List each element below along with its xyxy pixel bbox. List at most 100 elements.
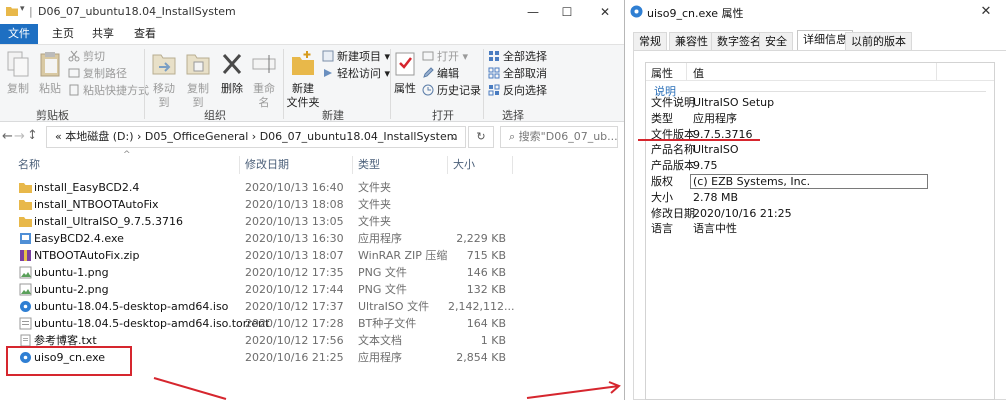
property-row[interactable]: 大小 2.78 MB [646,190,994,206]
new-folder-button[interactable]: 新建 文件夹 [286,49,320,110]
dialog-title: uiso9_cn.exe 属性 [647,7,744,20]
maximize-button[interactable]: ☐ [552,2,582,22]
file-row[interactable]: EasyBCD2.4.exe 2020/10/13 16:30 应用程序 2,229 … [14,230,524,247]
file-row[interactable]: install_EasyBCD2.4 2020/10/13 16:40 文件夹 [14,179,524,196]
details-list-header: 属性 值 [646,63,994,81]
invert-selection-button[interactable]: 反向选择 [488,83,547,99]
property-row[interactable]: 版权 (c) EZB Systems, Inc. [646,174,994,190]
copy-to-button[interactable]: 复制到 [182,49,214,110]
column-header-size[interactable]: 大小 [453,156,475,174]
property-column-header[interactable]: 属性 [651,65,673,81]
property-key: 大小 [651,190,673,204]
open-button[interactable]: 打开 ▾ [422,49,468,65]
select-group-label: 选择 [502,109,524,122]
dialog-tabs: 常规 兼容性 数字签名 安全 详细信息 以前的版本 [633,30,1006,50]
history-label: 历史记录 [437,84,481,97]
file-row[interactable]: ubuntu-18.04.5-desktop-amd64.iso.torrent… [14,315,524,332]
tab-previous-versions[interactable]: 以前的版本 [845,32,912,50]
property-row[interactable]: 文件说明 UltraISO Setup [646,95,994,111]
property-row[interactable]: 产品名称 UltraISO [646,142,994,158]
tab-security[interactable]: 安全 [759,32,793,50]
invert-selection-label: 反向选择 [503,84,547,97]
address-path[interactable]: « 本地磁盘 (D:) › D05_OfficeGeneral › D06_07… [46,126,466,148]
properties-check-icon [395,52,415,76]
property-row[interactable]: 语言 语言中性 [646,221,994,237]
rename-button[interactable]: 重命名 [248,49,280,110]
property-row[interactable]: 产品版本 9.75 [646,158,994,174]
folder-icon [19,200,32,210]
forward-button[interactable]: → [14,129,25,144]
tab-general[interactable]: 常规 [633,32,667,50]
file-type: UltraISO 文件 [358,300,430,313]
ribbon-divider [390,49,391,119]
value-column-header[interactable]: 值 [693,65,704,81]
tab-file[interactable]: 文件 [0,24,38,44]
file-explorer-window: ▾ | D06_07_ubuntu18.04_InstallSystem — ☐… [0,0,624,400]
copy-path-button[interactable]: 复制路径 [68,66,127,82]
column-header-type[interactable]: 类型 [358,156,380,174]
file-date: 2020/10/13 18:07 [245,249,344,262]
easy-access-button[interactable]: 轻松访问 ▾ [322,66,390,82]
image-icon [19,283,32,296]
file-row[interactable]: ubuntu-18.04.5-desktop-amd64.iso 2020/10/… [14,298,524,315]
minimize-button[interactable]: — [518,2,548,22]
delete-button[interactable]: 删除 [218,49,246,96]
properties-button[interactable]: 属性 [392,49,418,96]
quick-access-dropdown-icon[interactable]: ▾ [20,4,25,14]
column-header-name[interactable]: 名称 [18,156,40,174]
property-key: 语言 [651,222,673,236]
tab-share[interactable]: 共享 [86,24,120,44]
annotation-arrow [153,377,227,400]
move-to-button[interactable]: 移动到 [148,49,180,110]
property-value: 2.78 MB [693,190,739,204]
scissors-icon [68,50,80,62]
tab-home[interactable]: 主页 [46,24,80,44]
zip-icon [20,250,31,261]
address-dropdown-button[interactable]: ⌄ [450,130,459,143]
file-row[interactable]: install_UltraISO_9.7.5.3716 2020/10/13 13… [14,213,524,230]
close-button[interactable]: ✕ [590,2,620,22]
paste-shortcut-button[interactable]: 粘贴快捷方式 [68,83,149,99]
edit-button[interactable]: 编辑 [422,66,459,82]
clipboard-group-label: 剪贴板 [36,109,69,122]
property-row[interactable]: 类型 应用程序 [646,111,994,127]
file-row[interactable]: install_NTBOOTAutoFix 2020/10/13 18:08 文件夹 [14,196,524,213]
column-header-date[interactable]: 修改日期 [245,156,289,174]
ribbon-divider [483,49,484,119]
file-row[interactable]: NTBOOTAutoFix.zip 2020/10/13 18:07 WinRAR … [14,247,524,264]
select-none-button[interactable]: 全部取消 [488,66,547,82]
select-all-icon [489,51,499,61]
file-row[interactable]: ubuntu-1.png 2020/10/12 17:35 PNG 文件 146 KB [14,264,524,281]
property-row[interactable]: 修改日期 2020/10/16 21:25 [646,206,994,222]
address-bar-row: ← → ⌄ « 本地磁盘 (D:) › D05_OfficeGeneral › … [0,122,624,152]
paste-button[interactable]: 粘贴 [36,49,64,96]
tab-view[interactable]: 查看 [128,24,162,44]
new-item-label: 新建项目 ▾ [337,50,391,63]
back-button[interactable]: ← [2,129,13,144]
column-divider [686,63,687,81]
select-none-icon [488,67,500,79]
column-divider [352,156,353,174]
properties-dialog: uiso9_cn.exe 属性 ✕ 常规 兼容性 数字签名 安全 详细信息 以前… [624,0,1006,400]
new-item-button[interactable]: 新建项目 ▾ [322,49,390,65]
file-date: 2020/10/12 17:56 [245,334,344,347]
sort-chevron-icon: ^ [123,150,131,160]
torrent-icon [19,317,32,330]
refresh-button[interactable]: ↻ [468,126,494,148]
dialog-close-button[interactable]: ✕ [972,2,1000,22]
file-name: ubuntu-18.04.5-desktop-amd64.iso.torrent [34,317,270,330]
tab-compatibility[interactable]: 兼容性 [669,32,714,50]
file-size: 164 KB [466,317,506,330]
file-name: install_UltraISO_9.7.5.3716 [34,215,183,228]
select-all-button[interactable]: 全部选择 [488,49,547,65]
file-row[interactable]: ubuntu-2.png 2020/10/12 17:44 PNG 文件 132 KB [14,281,524,298]
up-button[interactable]: ↑ [27,128,38,143]
window-title: D06_07_ubuntu18.04_InstallSystem [38,5,236,18]
history-button[interactable]: 历史记录 [422,83,481,99]
paste-shortcut-icon [69,84,79,96]
file-type: WinRAR ZIP 压缩... [358,249,448,262]
copy-button[interactable]: 复制 [4,49,32,96]
file-date: 2020/10/13 16:30 [245,232,344,245]
search-input[interactable]: ⌕ 搜索"D06_07_ub... [500,126,618,148]
cut-button[interactable]: 剪切 [68,49,105,65]
